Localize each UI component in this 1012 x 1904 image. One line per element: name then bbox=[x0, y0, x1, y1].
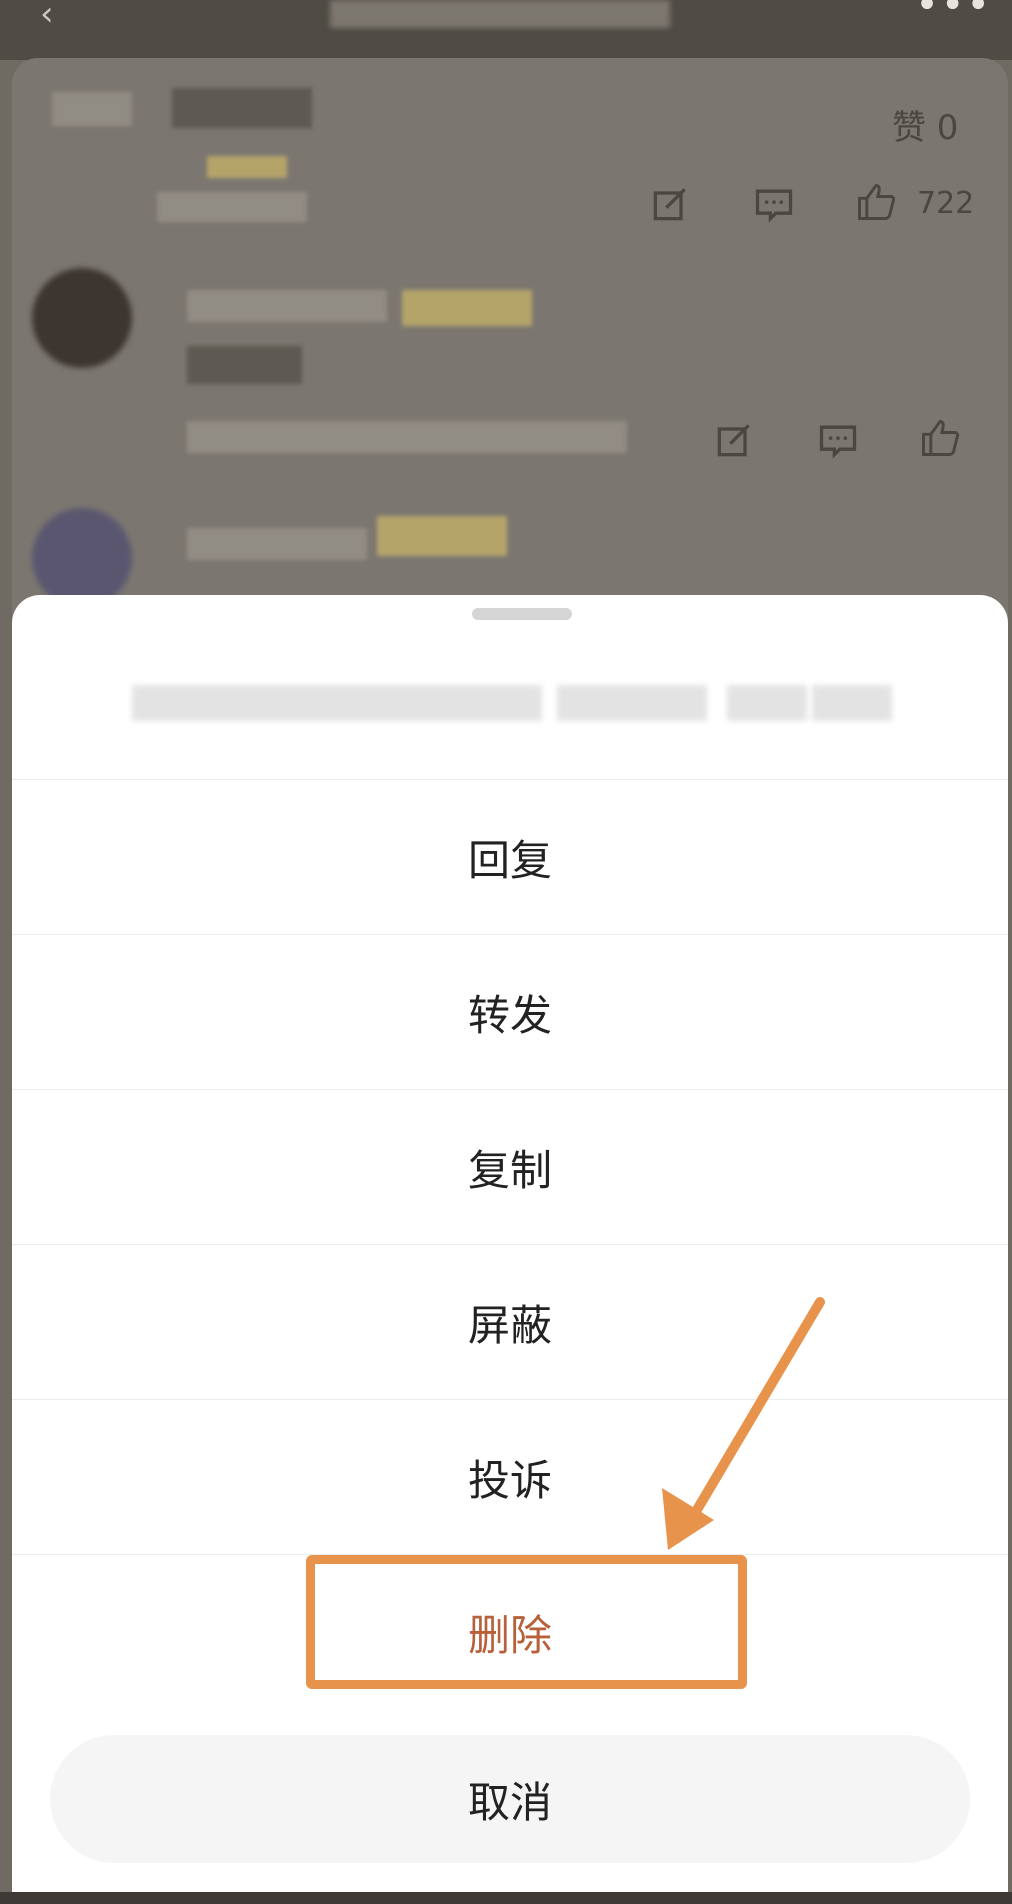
likes-count: 赞 0 bbox=[892, 108, 959, 148]
comment-icon[interactable] bbox=[752, 182, 796, 226]
comment-icon[interactable] bbox=[816, 418, 860, 462]
copy-option[interactable]: 复制 bbox=[12, 1090, 1008, 1244]
blurred-username bbox=[187, 290, 387, 322]
forward-option[interactable]: 转发 bbox=[12, 935, 1008, 1089]
blurred-username bbox=[52, 92, 132, 126]
blurred-username bbox=[172, 88, 312, 128]
thumbs-up-icon[interactable] bbox=[918, 416, 962, 460]
blurred-badge bbox=[377, 516, 507, 556]
action-sheet: 回复 转发 复制 屏蔽 投诉 删除 取消 bbox=[12, 595, 1008, 1904]
blurred-comment-preview bbox=[12, 655, 1008, 753]
blurred-timestamp bbox=[157, 192, 307, 222]
cancel-button[interactable]: 取消 bbox=[50, 1735, 970, 1863]
comment-feed: 赞 0 722 bbox=[12, 58, 1008, 678]
blurred-title bbox=[330, 0, 670, 28]
back-arrow-icon[interactable]: ‹ bbox=[40, 0, 54, 34]
system-nav-bar bbox=[0, 1892, 1012, 1904]
blurred-comment-text bbox=[187, 346, 302, 384]
thumbs-up-icon[interactable] bbox=[854, 180, 898, 224]
blurred-username bbox=[187, 528, 367, 560]
edit-icon[interactable] bbox=[712, 418, 756, 462]
more-icon[interactable]: ••• bbox=[915, 0, 992, 28]
blurred-comment-meta bbox=[187, 421, 627, 453]
sheet-drag-handle[interactable] bbox=[472, 608, 572, 620]
annotation-highlight-box bbox=[306, 1555, 747, 1689]
block-option[interactable]: 屏蔽 bbox=[12, 1245, 1008, 1399]
reply-option[interactable]: 回复 bbox=[12, 780, 1008, 934]
like-count: 722 bbox=[917, 186, 975, 221]
report-option[interactable]: 投诉 bbox=[12, 1400, 1008, 1554]
top-bar: ‹ ••• bbox=[0, 0, 1012, 60]
edit-icon[interactable] bbox=[648, 182, 692, 226]
blurred-badge bbox=[402, 290, 532, 326]
avatar[interactable] bbox=[32, 268, 132, 368]
avatar[interactable] bbox=[32, 508, 132, 608]
blurred-badge bbox=[207, 156, 287, 178]
